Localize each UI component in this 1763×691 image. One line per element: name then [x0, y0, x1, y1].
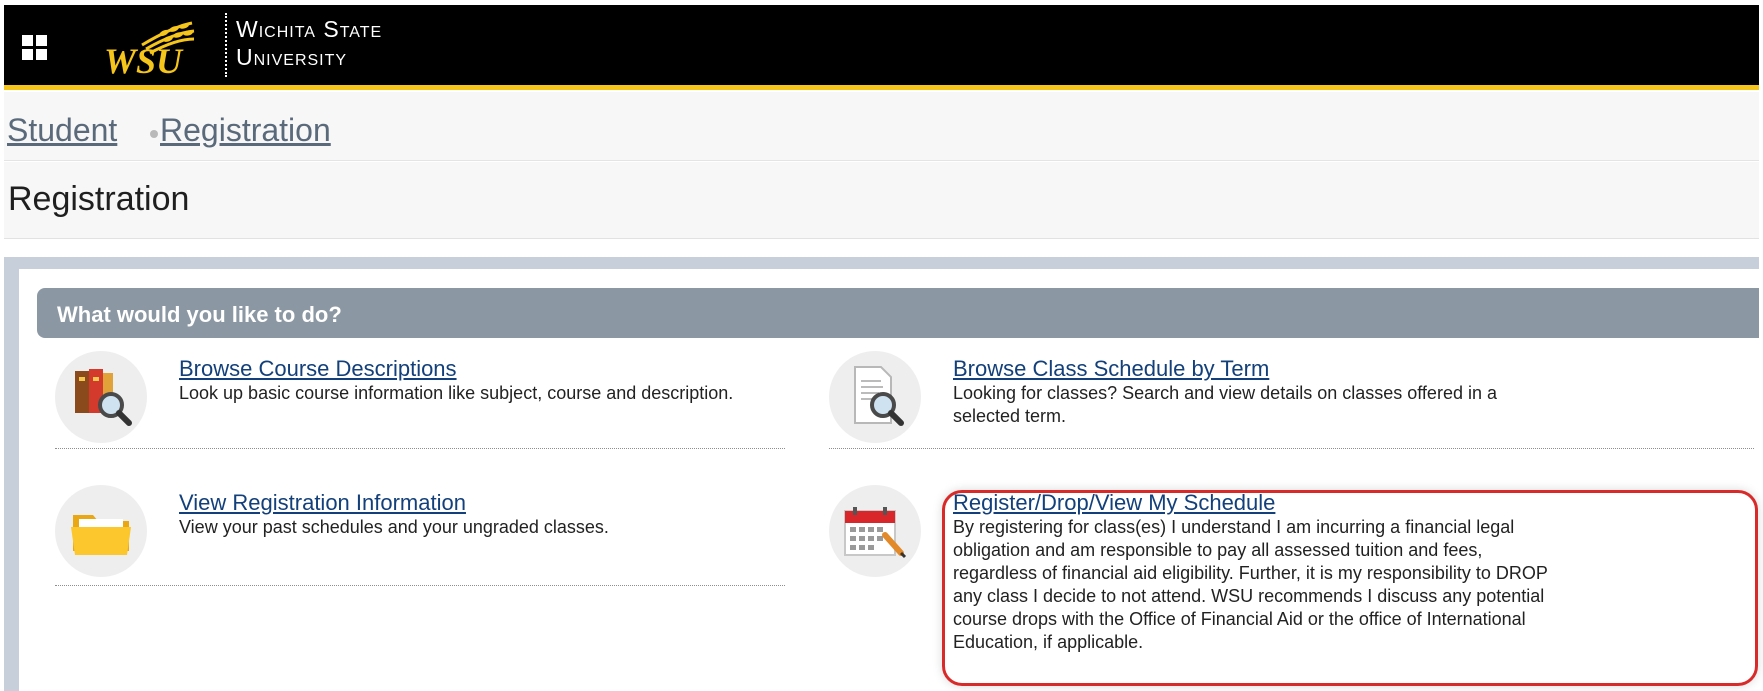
breadcrumb-registration-link[interactable]: Registration: [160, 112, 331, 149]
browse-class-schedule-description: Looking for classes? Search and view det…: [953, 383, 1497, 426]
logo-text-line1: Wichita State: [236, 16, 383, 42]
breadcrumb: Student Registration: [4, 92, 1759, 161]
breadcrumb-separator: [150, 130, 158, 138]
option-divider: [55, 585, 785, 586]
view-registration-information-link[interactable]: View Registration Information: [179, 490, 466, 516]
browse-course-descriptions-description: Look up basic course information like su…: [179, 383, 734, 403]
logo-monogram: WSU: [104, 41, 184, 81]
view-registration-information-description: View your past schedules and your ungrad…: [179, 517, 609, 537]
page-title: Registration: [8, 180, 190, 218]
calendar-edit-icon: [829, 485, 921, 577]
option-browse-course-descriptions: Browse Course Descriptions Look up basic…: [55, 351, 775, 443]
university-name: Wichita State University: [236, 15, 382, 71]
book-search-icon: [55, 351, 147, 443]
folder-icon: [55, 485, 147, 577]
option-view-registration-information: View Registration Information View your …: [55, 485, 775, 577]
highlight-annotation: [942, 490, 1758, 686]
document-search-icon: [829, 351, 921, 443]
option-divider: [55, 448, 785, 449]
card-header: What would you like to do?: [37, 288, 1759, 338]
grid-apps-icon[interactable]: [22, 35, 48, 61]
page-title-bar: Registration: [4, 162, 1759, 239]
wsu-logo[interactable]: WSU: [102, 17, 212, 83]
browse-course-descriptions-link[interactable]: Browse Course Descriptions: [179, 356, 457, 382]
option-browse-class-schedule: Browse Class Schedule by Term Looking fo…: [829, 351, 1549, 443]
logo-divider: [225, 13, 227, 77]
gold-accent-rule: [4, 85, 1759, 90]
breadcrumb-student-link[interactable]: Student: [7, 112, 117, 149]
browse-class-schedule-link[interactable]: Browse Class Schedule by Term: [953, 356, 1269, 382]
top-header: WSU Wichita State University: [4, 5, 1759, 90]
card-header-title: What would you like to do?: [57, 302, 342, 327]
logo-text-line2: University: [236, 44, 348, 70]
option-divider: [829, 448, 1754, 449]
